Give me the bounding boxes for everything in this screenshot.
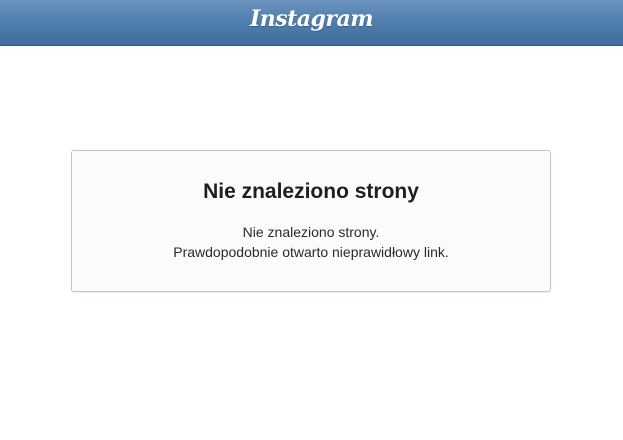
error-title: Nie znaleziono strony: [203, 180, 419, 203]
error-message-line-2: Prawdopodobnie otwarto nieprawidłowy lin…: [173, 244, 449, 260]
top-bar: Instagram: [0, 0, 623, 46]
error-card: Nie znaleziono strony Nie znaleziono str…: [71, 150, 551, 292]
error-message: Nie znaleziono strony. Prawdopodobnie ot…: [72, 222, 550, 262]
error-message-line-1: Nie znaleziono strony.: [242, 224, 380, 240]
instagram-logo[interactable]: Instagram: [0, 6, 623, 32]
